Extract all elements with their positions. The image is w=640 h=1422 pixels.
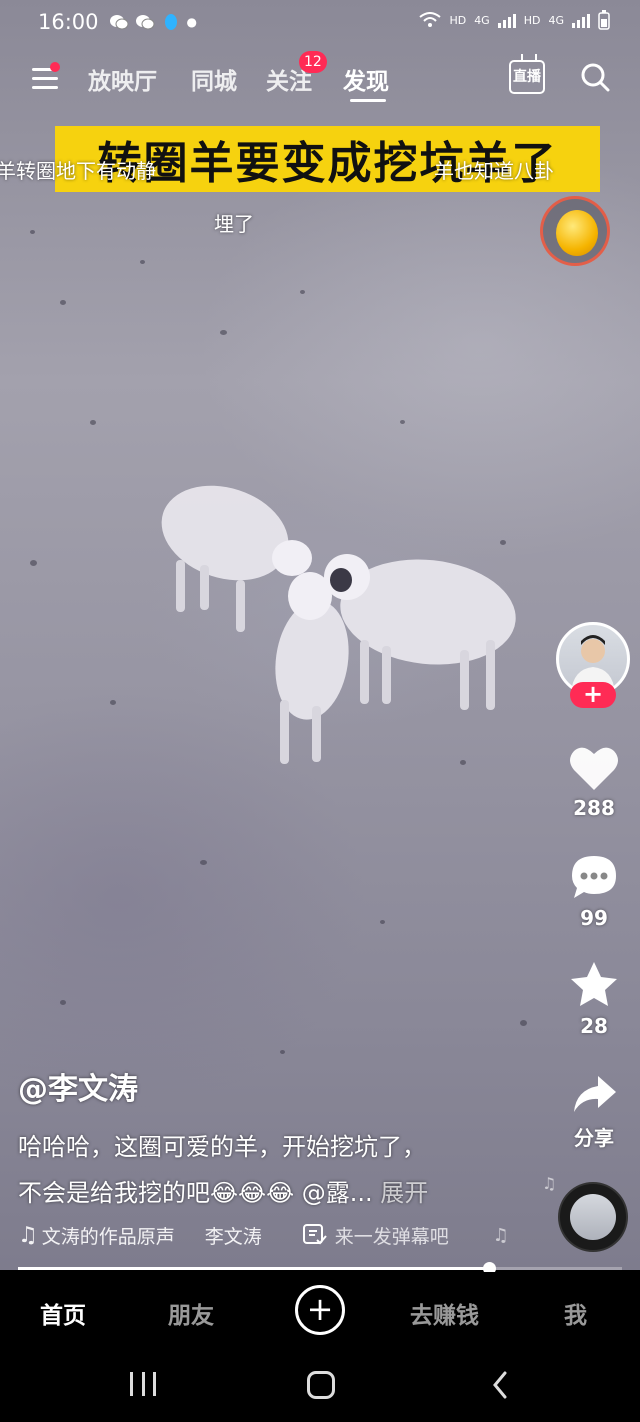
- ground-speck: [280, 1050, 285, 1054]
- music-note-icon: ♫: [542, 1174, 557, 1193]
- system-nav-bar: [0, 1350, 640, 1422]
- ground-speck: [60, 300, 66, 305]
- recent-apps-icon[interactable]: [130, 1372, 156, 1396]
- ground-speck: [380, 920, 385, 924]
- description-line: 哈哈哈，这圈可爱的羊，开始挖坑了，: [18, 1133, 426, 1161]
- gold-coin-reward-icon[interactable]: [540, 196, 610, 266]
- star-icon: [571, 962, 617, 1006]
- create-post-button[interactable]: +: [295, 1285, 345, 1335]
- music-row[interactable]: ♫ 文涛的作品原声 李文涛 来一发弹幕吧 ♫: [18, 1220, 509, 1250]
- danmaku-comment: 羊转圈地下有动静: [0, 159, 156, 183]
- signal-icon: [497, 12, 516, 28]
- comment-count: 99: [580, 906, 608, 930]
- comment-icon: [572, 856, 616, 898]
- share-label: 分享: [574, 1126, 614, 1150]
- ground-speck: [520, 1020, 527, 1026]
- heart-icon: [570, 747, 618, 790]
- signal-icon: [572, 12, 590, 28]
- danmaku-input[interactable]: 来一发弹幕吧: [335, 1222, 449, 1249]
- tab-cinema[interactable]: 放映厅: [88, 62, 157, 96]
- back-icon[interactable]: [492, 1370, 508, 1400]
- ground-speck: [30, 560, 37, 566]
- music-disc[interactable]: [560, 1184, 626, 1250]
- network-label: 4G: [548, 13, 564, 27]
- favorite-count: 28: [580, 1014, 608, 1038]
- follow-button[interactable]: +: [570, 682, 616, 708]
- top-nav: 放映厅 同城 关注 12 发现 直播: [0, 51, 640, 110]
- network-label: HD: [523, 13, 541, 27]
- tab-me[interactable]: 我: [564, 1296, 587, 1330]
- ground-speck: [200, 860, 207, 865]
- tab-friends[interactable]: 朋友: [168, 1296, 214, 1330]
- ground-speck: [90, 420, 96, 425]
- ground-speck: [60, 1000, 66, 1005]
- wifi-icon: [419, 12, 442, 27]
- ground-speck: [400, 420, 405, 424]
- comment-button[interactable]: 99: [560, 854, 628, 930]
- battery-icon: [598, 10, 610, 30]
- share-button[interactable]: 分享: [560, 1072, 628, 1151]
- ground-speck: [140, 260, 145, 264]
- like-button[interactable]: 288: [560, 744, 628, 820]
- music-note-icon: ♫: [492, 1224, 509, 1246]
- danmaku-icon[interactable]: [302, 1224, 327, 1246]
- network-label: 4G: [474, 13, 490, 27]
- ground-speck: [110, 700, 116, 705]
- danmaku-comment: 羊也知道八卦: [434, 159, 554, 183]
- favorite-button[interactable]: 28: [560, 960, 628, 1038]
- ground-speck: [460, 760, 466, 765]
- description-line: 不会是给我挖的吧😂😂😂 @露...: [18, 1179, 373, 1207]
- status-bar: 16:00 ● HD 4G HD 4G: [0, 0, 640, 44]
- network-label: HD: [449, 13, 467, 27]
- ground-speck: [220, 330, 227, 335]
- qq-icon: [164, 14, 177, 30]
- like-count: 288: [573, 796, 615, 820]
- author-name[interactable]: @李文涛: [18, 1064, 138, 1108]
- status-right: HD 4G HD 4G: [419, 10, 610, 30]
- post-description[interactable]: 哈哈哈，这圈可爱的羊，开始挖坑了， 不会是给我挖的吧😂😂😂 @露... 展开: [18, 1124, 538, 1216]
- share-arrow-icon: [574, 1076, 616, 1112]
- progress-fill: [18, 1267, 490, 1270]
- ground-speck: [300, 290, 305, 294]
- wechat-icon: [109, 15, 129, 30]
- video-progress-bar[interactable]: [18, 1262, 622, 1275]
- music-note-icon: ♫: [18, 1222, 38, 1248]
- menu-notification-dot: [50, 62, 60, 72]
- ground-speck: [30, 230, 35, 234]
- notification-dot-icon: ●: [186, 15, 198, 29]
- wechat-icon: [135, 15, 155, 30]
- tab-discover[interactable]: 发现: [343, 62, 389, 96]
- home-icon[interactable]: [307, 1371, 335, 1399]
- live-icon[interactable]: 直播: [509, 60, 545, 94]
- following-badge: 12: [299, 51, 327, 73]
- status-time: 16:00: [38, 10, 99, 34]
- expand-link[interactable]: 展开: [380, 1179, 428, 1207]
- danmaku-comment: 埋了: [214, 212, 254, 236]
- live-label: 直播: [513, 69, 541, 85]
- bottom-tab-bar: 首页 朋友 + 去赚钱 我: [0, 1272, 640, 1350]
- active-tab-indicator: [350, 99, 386, 102]
- music-title: 文涛的作品原声: [41, 1225, 175, 1248]
- tab-local[interactable]: 同城: [191, 62, 237, 96]
- tab-earn[interactable]: 去赚钱: [410, 1296, 479, 1330]
- music-author: 李文涛: [204, 1225, 262, 1248]
- search-icon[interactable]: [580, 62, 610, 92]
- ground-speck: [500, 540, 506, 545]
- tab-home[interactable]: 首页: [40, 1296, 86, 1330]
